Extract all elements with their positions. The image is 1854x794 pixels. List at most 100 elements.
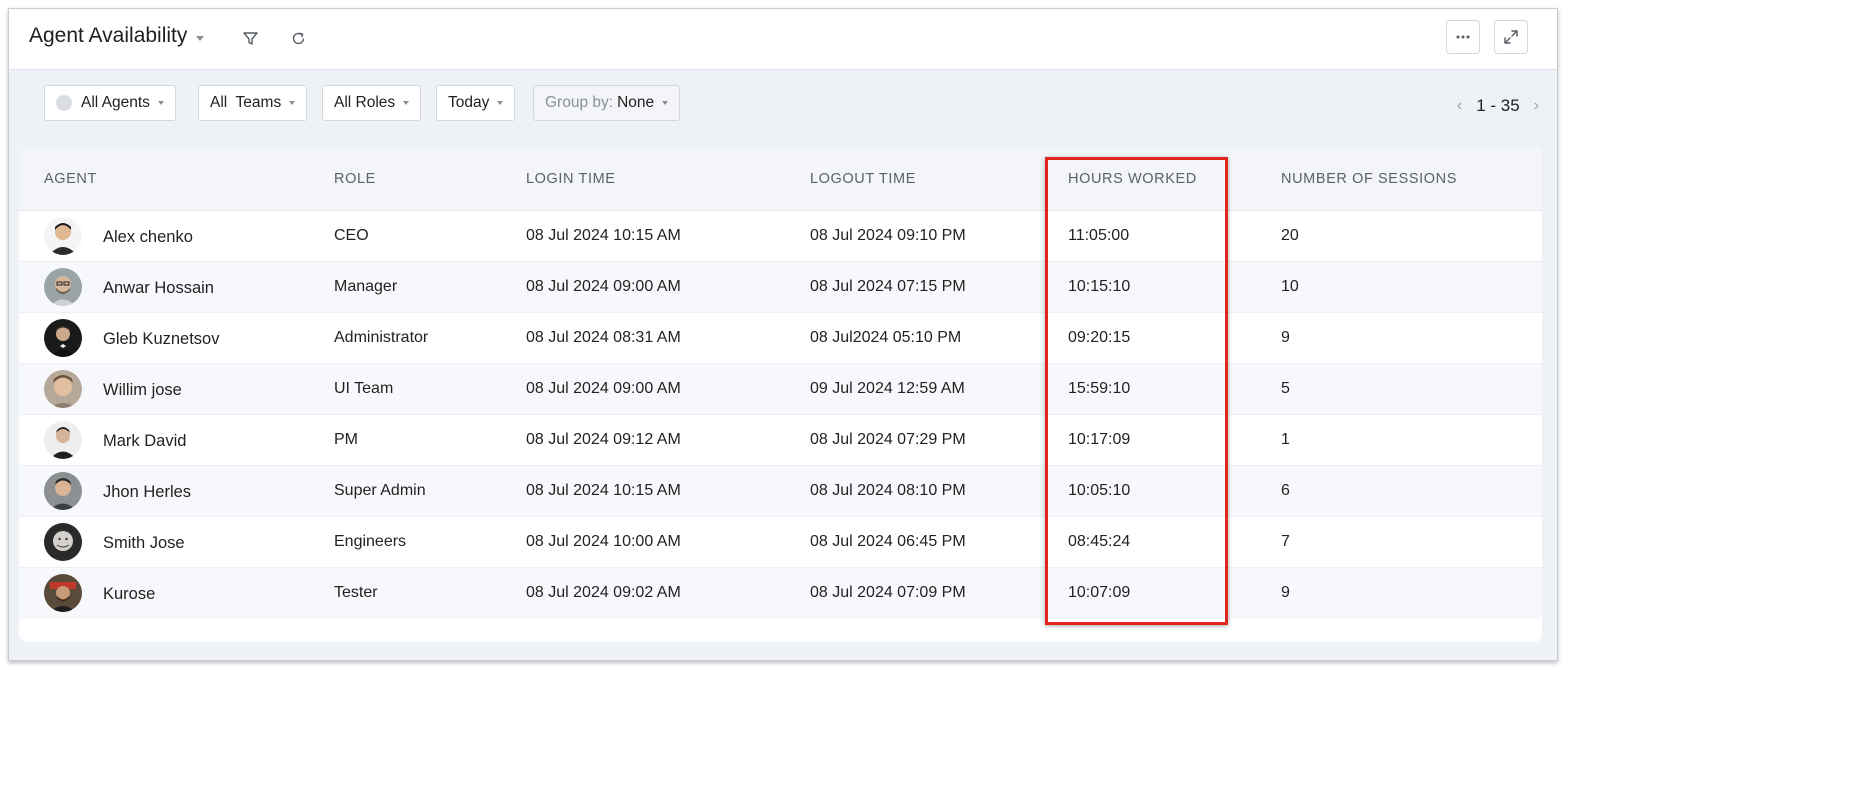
logout-time: 08 Jul 2024 07:29 PM (810, 431, 966, 448)
hours-worked: 10:05:10 (1068, 482, 1131, 499)
hours-worked: 10:07:09 (1068, 584, 1131, 601)
avatar (44, 523, 82, 561)
agents-filter-label: All Agents (81, 94, 150, 111)
column-header-agent[interactable]: AGENT (44, 171, 97, 187)
login-time: 08 Jul 2024 09:00 AM (526, 278, 681, 295)
table-row[interactable]: Kurose Tester 08 Jul 2024 09:02 AM 08 Ju… (19, 568, 1542, 619)
agent-role: Super Admin (334, 482, 426, 499)
chevron-down-icon (196, 35, 205, 41)
agent-name: Gleb Kuznetsov (103, 330, 220, 348)
group-by-label: Group by: (545, 94, 614, 111)
session-count: 10 (1281, 278, 1299, 295)
agent-name: Alex chenko (103, 228, 193, 246)
expand-button[interactable] (1494, 20, 1528, 54)
agent-role: UI Team (334, 380, 394, 397)
column-header-role[interactable]: ROLE (334, 171, 376, 187)
agent-role: PM (334, 431, 358, 448)
session-count: 20 (1281, 227, 1299, 244)
chevron-right-icon[interactable]: › (1534, 97, 1539, 115)
chevron-down-icon (403, 101, 410, 105)
table-row[interactable]: Smith Jose Engineers 08 Jul 2024 10:00 A… (19, 517, 1542, 568)
avatar (44, 319, 82, 357)
expand-icon (1504, 30, 1518, 44)
agent-name: Anwar Hossain (103, 279, 214, 297)
agent-role: Tester (334, 584, 378, 601)
avatar (44, 217, 82, 255)
logout-time: 08 Jul 2024 07:09 PM (810, 584, 966, 601)
agent-name: Willim jose (103, 381, 182, 399)
teams-filter-dropdown[interactable]: All Teams (198, 85, 308, 121)
agent-availability-panel: Agent Availability All Agents All Teams (8, 8, 1558, 661)
agents-table: AGENT ROLE LOGIN TIME LOGOUT TIME HOURS … (19, 147, 1542, 642)
agent-role: Manager (334, 278, 398, 295)
chevron-down-icon (497, 101, 504, 105)
date-filter-label: Today (448, 94, 490, 111)
session-count: 9 (1281, 329, 1290, 346)
table-row[interactable]: Mark David PM 08 Jul 2024 09:12 AM 08 Ju… (19, 415, 1542, 466)
session-count: 1 (1281, 431, 1290, 448)
hours-worked: 11:05:00 (1068, 227, 1130, 244)
login-time: 08 Jul 2024 09:02 AM (526, 584, 681, 601)
more-icon (1456, 35, 1470, 39)
hours-worked: 10:15:10 (1068, 278, 1131, 295)
login-time: 08 Jul 2024 10:00 AM (526, 533, 681, 550)
chevron-down-icon (662, 101, 669, 105)
table-row[interactable]: Willim jose UI Team 08 Jul 2024 09:00 AM… (19, 364, 1542, 415)
chevron-down-icon (157, 101, 164, 105)
roles-filter-label: All Roles (334, 94, 396, 111)
group-by-value: None (617, 94, 655, 111)
avatar (44, 472, 82, 510)
agent-role: Administrator (334, 329, 429, 346)
column-header-logout-time[interactable]: LOGOUT TIME (810, 171, 916, 187)
avatar (44, 370, 82, 408)
date-filter-dropdown[interactable]: Today (436, 85, 516, 121)
status-dot-icon (56, 95, 72, 111)
table-row[interactable]: Gleb Kuznetsov Administrator 08 Jul 2024… (19, 313, 1542, 364)
login-time: 08 Jul 2024 09:00 AM (526, 380, 681, 397)
session-count: 7 (1281, 533, 1290, 550)
agents-filter-dropdown[interactable]: All Agents (44, 85, 176, 121)
login-time: 08 Jul 2024 10:15 AM (526, 482, 681, 499)
hours-worked: 08:45:24 (1068, 533, 1131, 550)
column-header-hours-worked[interactable]: HOURS WORKED (1068, 171, 1197, 187)
logout-time: 09 Jul 2024 12:59 AM (810, 380, 965, 397)
pagination: ‹ 1 - 35 › (1457, 96, 1539, 116)
chevron-down-icon (289, 101, 296, 105)
column-header-number-of-sessions[interactable]: NUMBER OF SESSIONS (1281, 171, 1457, 187)
session-count: 6 (1281, 482, 1290, 499)
teams-filter-label: All Teams (210, 94, 282, 111)
table-row[interactable]: Anwar Hossain Manager 08 Jul 2024 09:00 … (19, 262, 1542, 313)
login-time: 08 Jul 2024 10:15 AM (526, 227, 681, 244)
hours-worked: 10:17:09 (1068, 431, 1131, 448)
refresh-icon[interactable] (288, 28, 308, 48)
agent-name: Smith Jose (103, 534, 185, 552)
avatar (44, 574, 82, 612)
agent-name: Mark David (103, 432, 187, 450)
chevron-left-icon[interactable]: ‹ (1457, 97, 1462, 115)
table-row[interactable]: Jhon Herles Super Admin 08 Jul 2024 10:1… (19, 466, 1542, 517)
hours-worked: 09:20:15 (1068, 329, 1131, 346)
more-options-button[interactable] (1446, 20, 1480, 54)
filter-icon[interactable] (240, 28, 260, 48)
group-by-dropdown[interactable]: Group by: None (533, 85, 681, 121)
login-time: 08 Jul 2024 09:12 AM (526, 431, 681, 448)
pager-range: 1 - 35 (1476, 96, 1520, 115)
logout-time: 08 Jul 2024 09:10 PM (810, 227, 966, 244)
hours-worked: 15:59:10 (1068, 380, 1131, 397)
avatar (44, 421, 82, 459)
avatar (44, 268, 82, 306)
column-header-login-time[interactable]: LOGIN TIME (526, 171, 616, 187)
agent-role: CEO (334, 227, 369, 244)
roles-filter-dropdown[interactable]: All Roles (322, 85, 422, 121)
title-dropdown[interactable]: Agent Availability (29, 24, 205, 48)
session-count: 5 (1281, 380, 1290, 397)
agent-role: Engineers (334, 533, 407, 550)
panel-header: Agent Availability (9, 9, 1557, 70)
login-time: 08 Jul 2024 08:31 AM (526, 329, 681, 346)
logout-time: 08 Jul 2024 06:45 PM (810, 533, 966, 550)
agent-name: Jhon Herles (103, 483, 192, 501)
table-row[interactable]: Alex chenko CEO 08 Jul 2024 10:15 AM 08 … (19, 211, 1542, 262)
logout-time: 08 Jul2024 05:10 PM (810, 329, 962, 346)
logout-time: 08 Jul 2024 07:15 PM (810, 278, 966, 295)
page-title: Agent Availability (29, 24, 188, 47)
